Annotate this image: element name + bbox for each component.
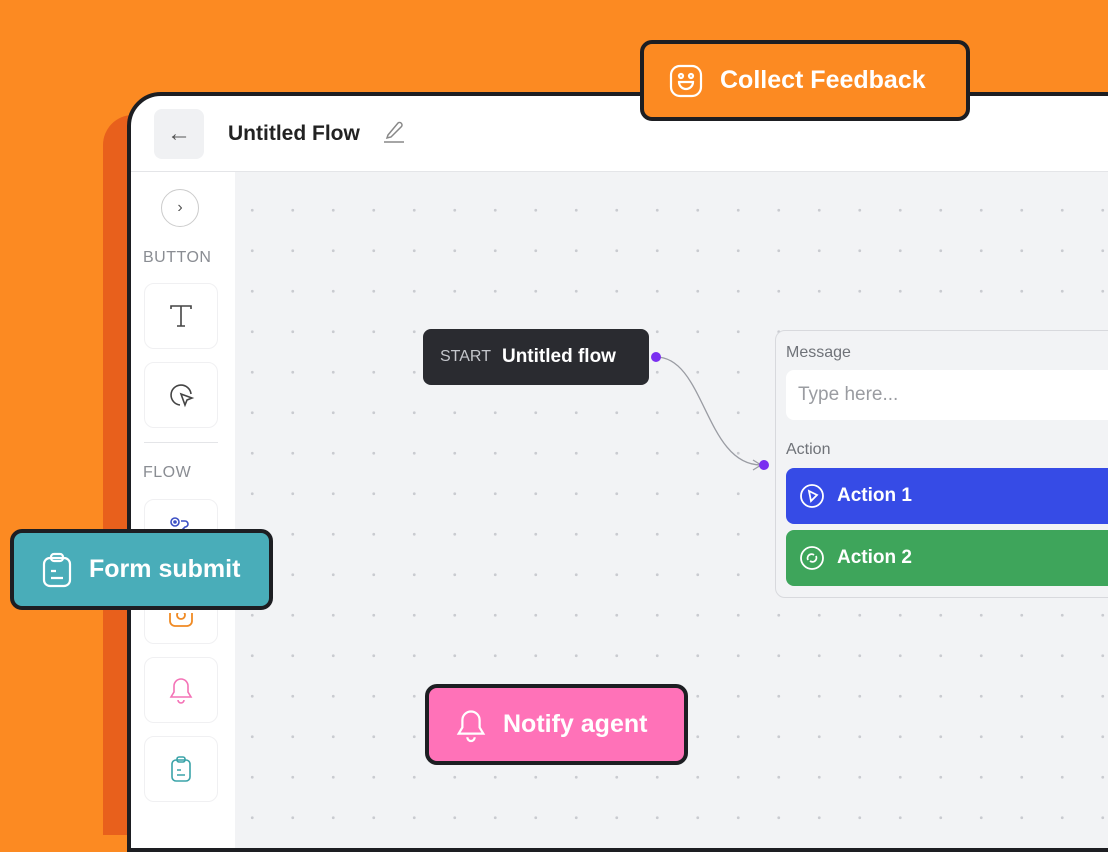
play-circle-icon — [800, 484, 824, 508]
action-1-button[interactable]: Action 1 — [786, 468, 1108, 524]
message-card: Message Action Action 1 Action 2 — [775, 330, 1108, 598]
action-label: Action — [786, 441, 831, 458]
smiley-icon — [669, 64, 703, 97]
message-input[interactable] — [786, 370, 1108, 420]
tool-text[interactable] — [144, 283, 218, 349]
notify-agent-label: Notify agent — [503, 710, 648, 738]
section-label-flow: FLOW — [143, 464, 192, 481]
clipboard-icon — [171, 756, 191, 782]
start-output-handle[interactable] — [651, 352, 661, 362]
expand-sidebar-button[interactable]: › — [161, 189, 199, 227]
section-label-button: BUTTON — [143, 249, 212, 266]
sidebar: › BUTTON FLOW — [131, 172, 235, 848]
sidebar-divider — [144, 442, 218, 443]
swirl-icon — [800, 546, 824, 570]
notify-agent-badge: Notify agent — [425, 684, 688, 765]
pencil-icon — [383, 121, 404, 143]
edit-title-button[interactable] — [382, 118, 406, 149]
collect-feedback-label: Collect Feedback — [720, 66, 926, 94]
action-2-button[interactable]: Action 2 — [786, 530, 1108, 586]
tool-clipboard[interactable] — [144, 736, 218, 802]
tool-bell[interactable] — [144, 657, 218, 723]
form-submit-label: Form submit — [89, 555, 241, 583]
clipboard-icon — [42, 552, 72, 587]
action-2-label: Action 2 — [837, 547, 912, 568]
flow-title: Untitled Flow — [228, 121, 360, 145]
bell-icon — [456, 709, 486, 742]
back-button[interactable]: ← — [154, 108, 204, 159]
bell-icon — [169, 678, 193, 704]
collect-feedback-badge: Collect Feedback — [640, 40, 970, 121]
message-label: Message — [786, 344, 851, 361]
card-input-handle[interactable] — [759, 460, 769, 470]
chevron-right-icon: › — [177, 199, 183, 216]
action-1-label: Action 1 — [837, 485, 912, 506]
arrow-left-icon: ← — [167, 119, 191, 147]
instagram-icon — [169, 613, 193, 627]
text-icon — [170, 305, 192, 327]
cursor-click-icon — [170, 384, 195, 408]
form-submit-badge: Form submit — [10, 529, 273, 610]
tool-click[interactable] — [144, 362, 218, 428]
